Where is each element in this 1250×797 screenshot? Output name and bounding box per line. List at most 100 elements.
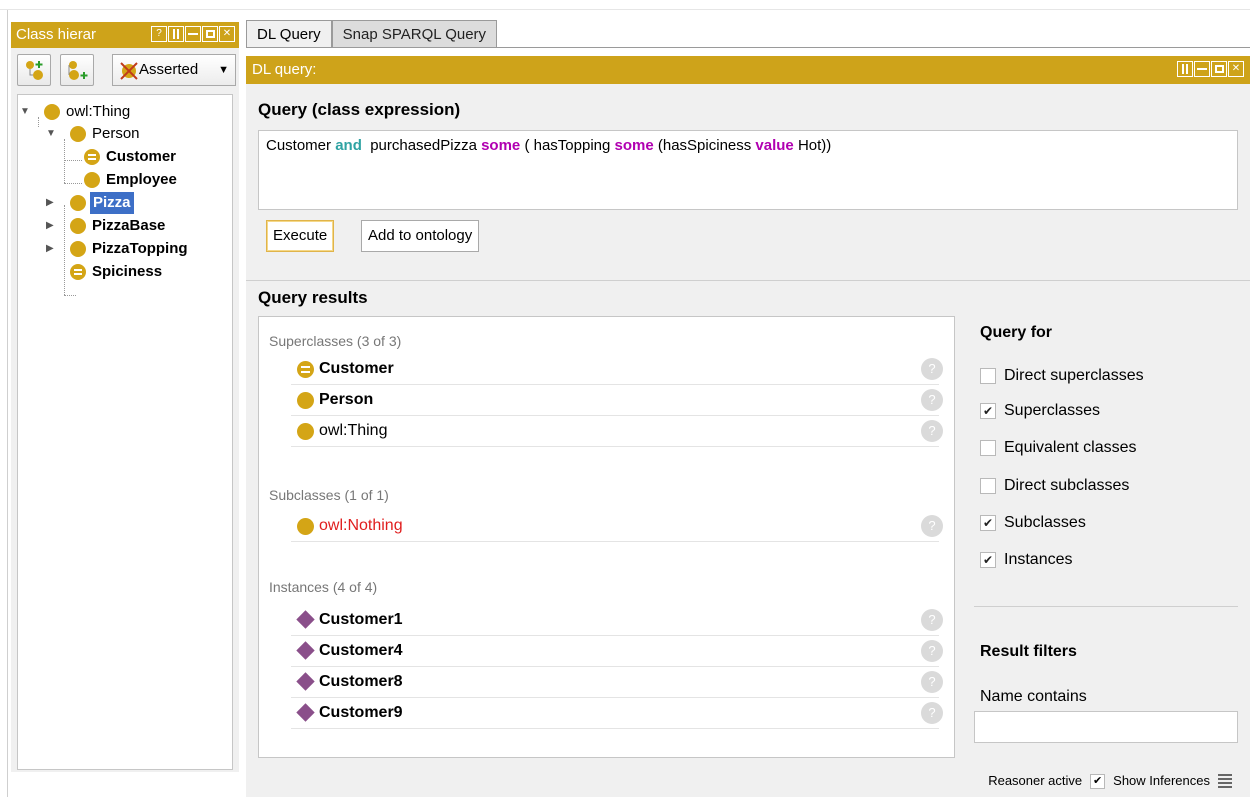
help-icon[interactable]: ? <box>921 420 943 442</box>
help-icon[interactable]: ? <box>921 702 943 724</box>
query-section-title: Query (class expression) <box>258 100 461 119</box>
tree-node-label: Person <box>92 125 140 142</box>
class-icon <box>84 172 100 188</box>
add-to-ontology-button[interactable]: Add to ontology <box>361 220 480 252</box>
tree-connector <box>64 139 65 183</box>
class-icon <box>297 392 314 409</box>
query-for-title: Query for <box>980 324 1053 341</box>
expand-toggle-icon[interactable]: ▶ <box>46 192 54 214</box>
tab-snap-sparql-query[interactable]: Snap SPARQL Query <box>331 20 498 48</box>
query-text: ( hasTopping <box>520 137 615 154</box>
section-divider <box>246 280 1250 281</box>
subclasses-header: Subclasses (1 of 1) <box>269 487 389 503</box>
result-row-superclass[interactable]: owl:Thing ? <box>291 416 943 447</box>
checkbox-checked[interactable]: ✔ <box>980 515 996 531</box>
expand-toggle-icon[interactable]: ▼ <box>46 123 56 145</box>
checkbox-label: Instances <box>1004 551 1073 568</box>
expand-toggle-icon[interactable]: ▶ <box>46 238 54 260</box>
result-row-subclass[interactable]: owl:Nothing ? <box>291 511 943 542</box>
checkbox-label: Direct superclasses <box>1004 367 1144 384</box>
checkbox[interactable] <box>980 440 996 456</box>
class-icon <box>70 241 86 257</box>
class-hierarchy-title-bar: Class hierar ? ✕ <box>11 22 239 48</box>
split-icon[interactable] <box>1177 61 1193 77</box>
tree-connector <box>64 160 82 161</box>
result-name: Customer1 <box>319 611 403 628</box>
tree-node-label-selected: Pizza <box>90 192 134 214</box>
split-icon[interactable] <box>168 26 184 42</box>
result-row-instance[interactable]: Customer8 ? <box>291 667 943 698</box>
help-icon[interactable]: ? <box>921 640 943 662</box>
delete-class-icon <box>120 62 138 80</box>
view-selector-dropdown[interactable]: Asserted ▼ <box>112 54 236 86</box>
query-text: Hot)) <box>793 137 832 154</box>
add-subclass-button[interactable] <box>17 54 51 86</box>
result-name: owl:Thing <box>319 422 388 439</box>
name-contains-input[interactable] <box>974 711 1238 743</box>
maximize-icon[interactable] <box>202 26 218 42</box>
window-buttons: ? ✕ <box>151 26 235 42</box>
help-icon[interactable]: ? <box>921 515 943 537</box>
tree-node-label: Employee <box>106 171 177 188</box>
individual-icon <box>296 672 315 691</box>
dl-query-title-bar: DL query: ✕ <box>246 56 1250 84</box>
class-icon <box>70 218 86 234</box>
tab-divider <box>246 47 1250 48</box>
result-row-instance[interactable]: Customer1 ? <box>291 605 943 636</box>
show-inferences-label: Show Inferences <box>1113 773 1210 788</box>
checkbox-checked[interactable]: ✔ <box>980 552 996 568</box>
result-row-superclass[interactable]: Customer ? <box>291 354 943 385</box>
top-strip <box>0 0 1250 10</box>
add-sibling-button[interactable] <box>60 54 94 86</box>
checkbox[interactable] <box>980 368 996 384</box>
window-buttons: ✕ <box>1177 61 1244 77</box>
help-icon[interactable]: ? <box>921 609 943 631</box>
minimize-icon[interactable] <box>185 26 201 42</box>
class-icon <box>297 518 314 535</box>
defined-class-icon <box>297 361 314 378</box>
defined-class-icon <box>84 149 100 165</box>
close-icon[interactable]: ✕ <box>219 26 235 42</box>
query-keyword-and: and <box>335 137 362 154</box>
help-icon[interactable]: ? <box>921 389 943 411</box>
query-keyword-some: some <box>481 137 521 154</box>
checkbox[interactable] <box>980 478 996 494</box>
help-icon[interactable]: ? <box>151 26 167 42</box>
class-hierarchy-panel: Class hierar ? ✕ Asserted ▼ ▼ owl:Thing … <box>11 22 239 772</box>
result-name: Customer8 <box>319 673 403 690</box>
show-inferences-checkbox[interactable]: ✔ <box>1090 773 1106 789</box>
tree-node-label: PizzaTopping <box>92 240 188 257</box>
expand-toggle-icon[interactable]: ▶ <box>46 215 54 237</box>
checkbox-checked[interactable]: ✔ <box>980 403 996 419</box>
query-for-divider <box>974 606 1238 607</box>
add-sibling-icon <box>68 61 88 80</box>
result-row-instance[interactable]: Customer4 ? <box>291 636 943 667</box>
result-row-superclass[interactable]: Person ? <box>291 385 943 416</box>
help-icon[interactable]: ? <box>921 358 943 380</box>
checkbox-label: Equivalent classes <box>1004 439 1137 456</box>
execute-button[interactable]: Execute <box>266 220 335 252</box>
result-name: owl:Nothing <box>319 517 403 534</box>
query-text: purchasedPizza <box>361 137 482 154</box>
help-icon[interactable]: ? <box>921 671 943 693</box>
tab-dl-query[interactable]: DL Query <box>246 20 332 48</box>
dl-query-title: DL query: <box>252 61 317 78</box>
checkbox-label: Subclasses <box>1004 514 1086 531</box>
maximize-icon[interactable] <box>1211 61 1227 77</box>
query-expression-editor[interactable]: Customer and purchasedPizza some ( hasTo… <box>258 130 1238 210</box>
tree-connector <box>64 205 65 295</box>
result-row-instance[interactable]: Customer9 ? <box>291 698 943 729</box>
query-text: (hasSpiciness <box>653 137 756 154</box>
list-menu-icon[interactable] <box>1218 774 1232 788</box>
close-icon[interactable]: ✕ <box>1228 61 1244 77</box>
tree-node-label: Customer <box>106 148 177 165</box>
class-tree[interactable]: ▼ owl:Thing ▼ Person Customer Employee ▶… <box>17 94 233 770</box>
name-contains-label: Name contains <box>980 688 1087 705</box>
expand-toggle-icon[interactable]: ▼ <box>20 101 30 123</box>
tree-connector <box>38 117 39 127</box>
minimize-icon[interactable] <box>1194 61 1210 77</box>
tree-node-label: PizzaBase <box>92 217 166 234</box>
checkbox-label: Direct subclasses <box>1004 477 1130 494</box>
query-results-list: Superclasses (3 of 3) Customer ? Person … <box>258 316 955 758</box>
individual-icon <box>296 610 315 629</box>
